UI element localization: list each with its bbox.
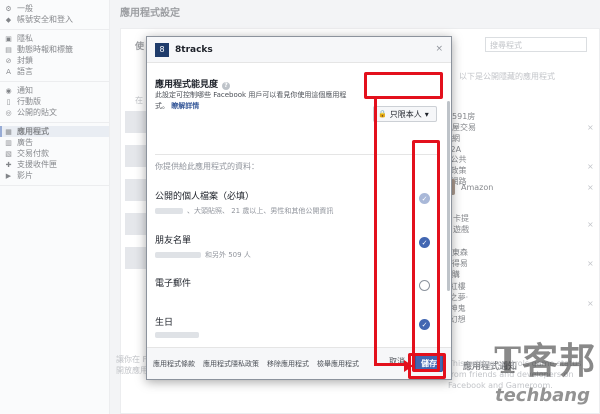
connector-line	[374, 99, 377, 365]
visibility-description: 此設定可控制哪些 Facebook 用戶可以看見你使用這個應用程式。 瞭解詳情	[155, 90, 355, 112]
redacted-text	[155, 332, 199, 338]
learn-more-link[interactable]: 瞭解詳情	[171, 102, 199, 110]
dialog-header: 8 8tracks ×	[147, 37, 451, 63]
visibility-title: 應用程式能見度?	[155, 77, 231, 90]
redacted-text	[155, 252, 201, 258]
connector-line	[374, 363, 406, 366]
app-terms-link[interactable]: 應用程式條款	[153, 359, 195, 369]
help-icon[interactable]: ?	[222, 82, 231, 90]
dialog-body: 應用程式能見度? 此設定可控制哪些 Facebook 用戶可以看見你使用這個應用…	[147, 64, 445, 349]
visibility-title-text: 應用程式能見度	[155, 80, 219, 90]
report-app-link[interactable]: 檢舉應用程式	[317, 359, 359, 369]
chevron-down-icon: ▾	[424, 109, 429, 119]
lock-icon: 🔒	[378, 110, 387, 118]
app-privacy-policy-link[interactable]: 應用程式隱私政策	[203, 359, 259, 369]
permission-detail-text: 和另外 509 人	[205, 251, 251, 259]
divider	[155, 154, 437, 155]
app-logo-icon: 8	[155, 42, 169, 57]
privacy-highlight-box	[364, 72, 443, 99]
privacy-selector-label: 只限本人	[389, 109, 422, 119]
dialog-scrollbar[interactable]	[447, 101, 450, 291]
save-highlight-box	[408, 353, 446, 379]
close-icon[interactable]: ×	[435, 44, 443, 54]
privacy-selector-button[interactable]: 🔒 只限本人 ▾	[373, 106, 437, 122]
permission-detail-text: 、大頭貼照、 21 歲以上、男性和其他公開資訊	[187, 207, 334, 215]
redacted-text	[155, 208, 183, 214]
checkboxes-highlight-box	[412, 140, 440, 372]
remove-app-link[interactable]: 移除應用程式	[267, 359, 309, 369]
provided-data-label: 你提供給此應用程式的資料：	[155, 162, 259, 171]
app-name: 8tracks	[175, 44, 213, 55]
